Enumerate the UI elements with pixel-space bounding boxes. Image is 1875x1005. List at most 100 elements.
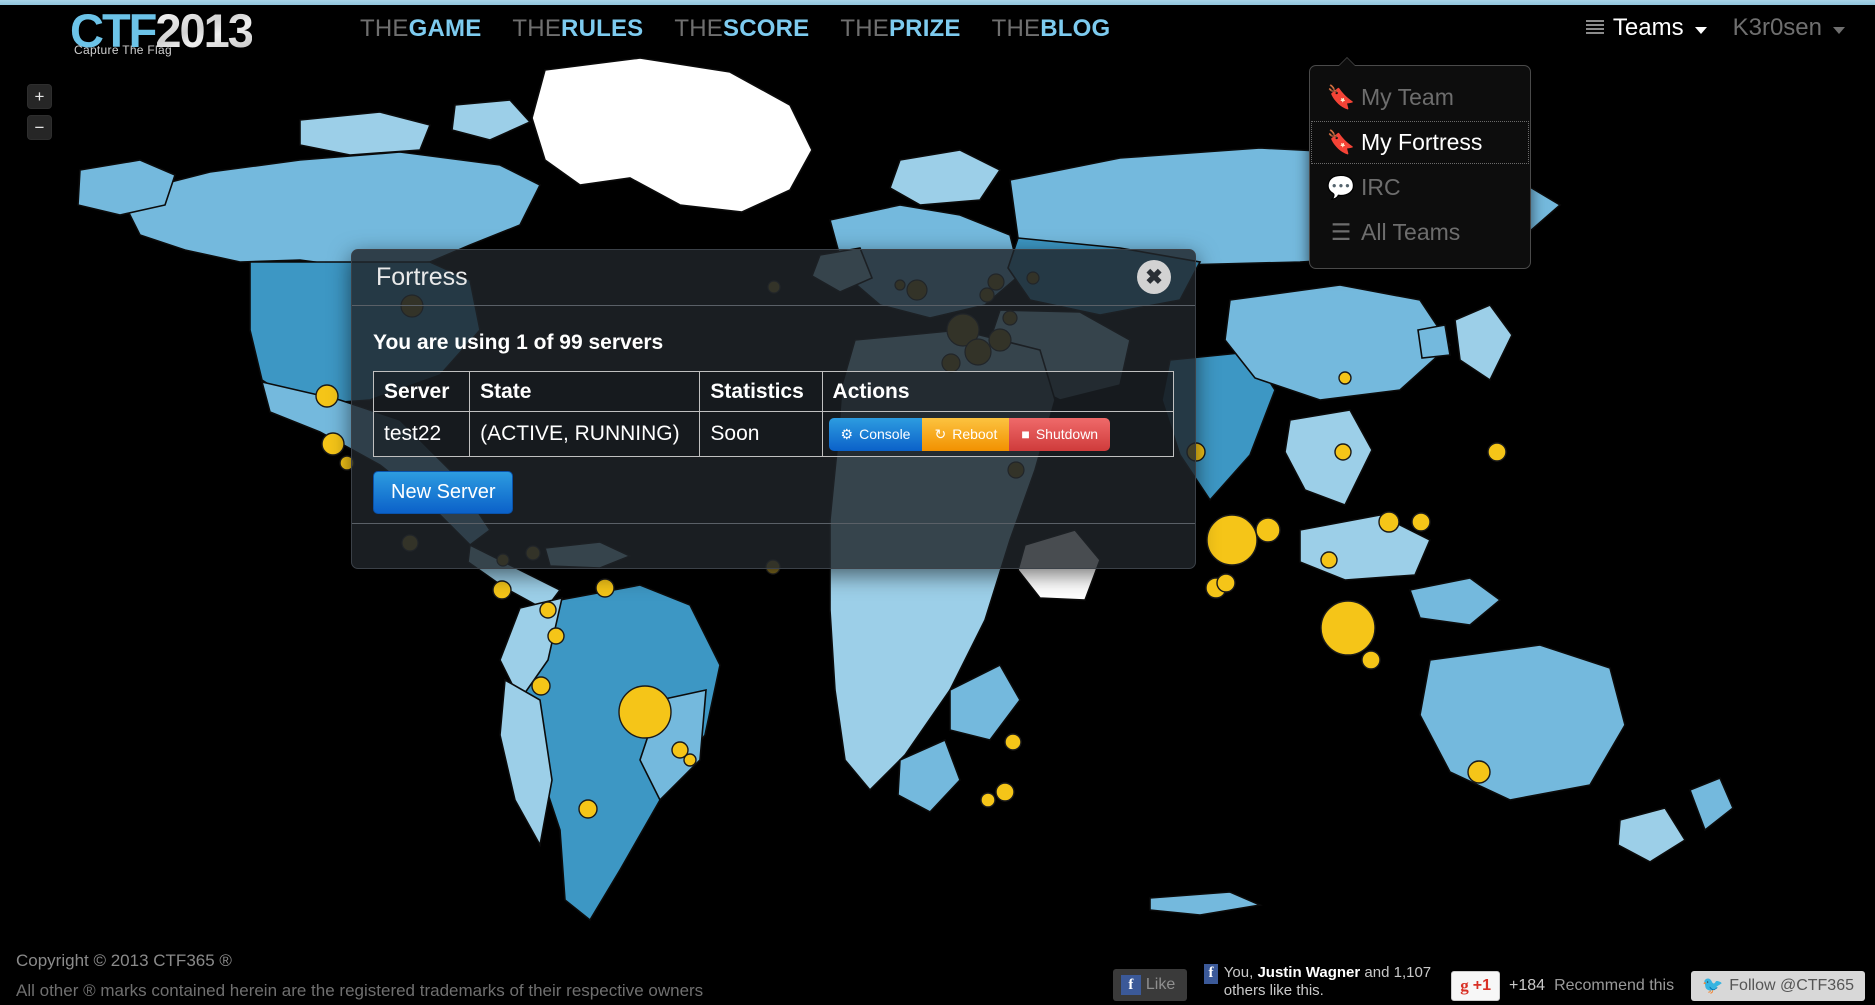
list-icon: ☰ [1330, 219, 1352, 245]
reboot-button[interactable]: ↻ Reboot [922, 417, 1010, 451]
nav-label: RULES [561, 15, 644, 42]
user-menu-label: K3r0sen [1732, 14, 1822, 41]
chevron-down-icon [1833, 27, 1845, 34]
chevron-down-icon [1694, 27, 1707, 34]
dropdown-item-all-teams[interactable]: ☰ All Teams [1310, 210, 1530, 255]
dropdown-item-my-team[interactable]: 🔖 My Team [1310, 75, 1530, 120]
nav-item-blog[interactable]: THEBLOG [992, 15, 1111, 43]
col-header-server: Server [372, 371, 471, 412]
nav-prefix: THE [360, 15, 409, 42]
nav-prefix: THE [840, 15, 889, 42]
comment-icon: 💬 [1326, 174, 1356, 200]
nav-prefix: THE [512, 15, 562, 42]
servers-table: Server State Statistics Actions test22 (… [372, 371, 1175, 457]
table-row: test22 (ACTIVE, RUNNING) Soon ⚙ Console … [372, 411, 1175, 457]
nav-label: SCORE [722, 15, 810, 42]
nav-item-rules[interactable]: THERULES [512, 15, 643, 43]
action-button-group: ⚙ Console ↻ Reboot ■ Shutdown [828, 417, 1111, 451]
nav-item-game[interactable]: THEGAME [360, 15, 481, 43]
nav-item-score[interactable]: THESCORE [674, 15, 809, 43]
google-plus-one-label: +1 [1472, 977, 1492, 994]
dialog-footer [352, 523, 1195, 568]
console-button-label: Console [859, 426, 911, 442]
dropdown-item-label: All Teams [1361, 219, 1461, 245]
nav-prefix: THE [991, 15, 1041, 42]
stop-icon: ■ [1021, 426, 1030, 442]
google-plus-recommend-label: Recommend this [1554, 977, 1675, 994]
nav-label: BLOG [1040, 15, 1111, 42]
close-glyph: ✖ [1145, 265, 1163, 289]
zoom-in-icon: + [34, 87, 45, 106]
facebook-like-button[interactable]: f Like [1112, 969, 1188, 1001]
dropdown-item-label: My Fortress [1361, 129, 1483, 155]
logo-tagline: Capture The Flag [74, 43, 172, 57]
trademark-text: All other ® marks contained herein are t… [16, 981, 704, 1000]
fb-text-prefix: You, [1223, 963, 1254, 981]
bookmark-icon: 🔖 [1326, 84, 1356, 110]
page-root: + − CTF 2013 Capture The Flag THEGAME TH… [0, 0, 1875, 1005]
dropdown-item-label: IRC [1361, 174, 1401, 200]
new-server-button-label: New Server [391, 481, 496, 503]
cell-statistics: Soon [699, 411, 823, 457]
zoom-out-icon: − [34, 118, 45, 137]
facebook-icon: f [1204, 963, 1218, 984]
google-plus-one-button[interactable]: g +1 [1451, 971, 1501, 1001]
nav-label: GAME [408, 15, 482, 42]
new-server-button[interactable]: New Server [373, 471, 514, 514]
console-button[interactable]: ⚙ Console [828, 417, 923, 451]
refresh-icon: ↻ [934, 425, 947, 442]
dialog-title: Fortress [376, 263, 468, 291]
facebook-icon: f [1120, 975, 1141, 995]
col-header-statistics: Statistics [699, 371, 823, 412]
main-navigation: THEGAME THERULES THESCORE THEPRIZE THEBL… [360, 15, 1110, 43]
dropdown-item-label: My Team [1361, 84, 1454, 110]
nav-label: PRIZE [888, 15, 961, 42]
close-icon[interactable]: ✖ [1137, 260, 1171, 294]
shutdown-button-label: Shutdown [1035, 426, 1099, 442]
dialog-body: You are using 1 of 99 servers Server Sta… [352, 306, 1195, 514]
dropdown-item-irc[interactable]: 💬 IRC [1310, 165, 1530, 210]
dialog-header: Fortress ✖ [352, 250, 1195, 306]
google-plus-icon: g [1460, 976, 1469, 995]
zoom-out-button[interactable]: − [27, 115, 52, 140]
twitter-icon: 🐦 [1702, 976, 1724, 995]
facebook-social-text: f You, Justin Wagner and 1,107 others li… [1204, 963, 1434, 1002]
shutdown-button[interactable]: ■ Shutdown [1009, 417, 1111, 451]
col-header-state: State [469, 371, 701, 412]
twitter-follow-button[interactable]: 🐦 Follow @CTF365 [1691, 971, 1865, 1001]
nav-item-prize[interactable]: THEPRIZE [840, 15, 960, 43]
gear-icon: ⚙ [840, 425, 854, 442]
fb-text-name: Justin Wagner [1257, 963, 1361, 981]
social-widgets: f Like f You, Justin Wagner and 1,107 ot… [1112, 963, 1865, 1002]
site-header: CTF 2013 Capture The Flag THEGAME THERUL… [0, 0, 1875, 68]
map-zoom-controls: + − [27, 84, 52, 146]
copyright-text: Copyright © 2013 CTF365 ® [16, 951, 232, 970]
table-body: test22 (ACTIVE, RUNNING) Soon ⚙ Console … [372, 411, 1175, 457]
bookmark-icon: 🔖 [1326, 129, 1356, 155]
nav-prefix: THE [674, 15, 723, 42]
teams-menu-button[interactable]: Teams [1585, 14, 1707, 42]
fortress-dialog: Fortress ✖ You are using 1 of 99 servers… [351, 249, 1196, 569]
dropdown-item-my-fortress[interactable]: 🔖 My Fortress [1310, 120, 1530, 165]
cell-actions: ⚙ Console ↻ Reboot ■ Shutdown [821, 411, 1175, 457]
table-head: Server State Statistics Actions [372, 371, 1175, 412]
user-navigation: Teams K3r0sen [1585, 14, 1845, 42]
cell-server-state: (ACTIVE, RUNNING) [469, 411, 701, 457]
teams-dropdown-menu: 🔖 My Team 🔖 My Fortress 💬 IRC ☰ All Team… [1309, 57, 1531, 269]
facebook-social-copy: You, Justin Wagner and 1,107 others like… [1224, 964, 1434, 1002]
server-usage-text: You are using 1 of 99 servers [373, 331, 664, 354]
facebook-like-label: Like [1145, 976, 1176, 993]
col-header-actions: Actions [821, 371, 1175, 412]
bars-icon [1585, 20, 1604, 36]
google-plus-widget: g +1 +184 Recommend this [1451, 971, 1674, 1001]
teams-menu-label: Teams [1612, 14, 1684, 41]
site-footer: Copyright © 2013 CTF365 ® All other ® ma… [0, 925, 1875, 1005]
google-plus-count: +184 [1509, 977, 1546, 994]
twitter-follow-label: Follow @CTF365 [1729, 977, 1854, 994]
cell-server-name: test22 [372, 411, 471, 457]
user-menu-button[interactable]: K3r0sen [1733, 14, 1845, 42]
table-header-row: Server State Statistics Actions [372, 371, 1175, 412]
site-logo[interactable]: CTF 2013 Capture The Flag [70, 3, 320, 61]
zoom-in-button[interactable]: + [27, 84, 52, 109]
reboot-button-label: Reboot [952, 426, 998, 442]
